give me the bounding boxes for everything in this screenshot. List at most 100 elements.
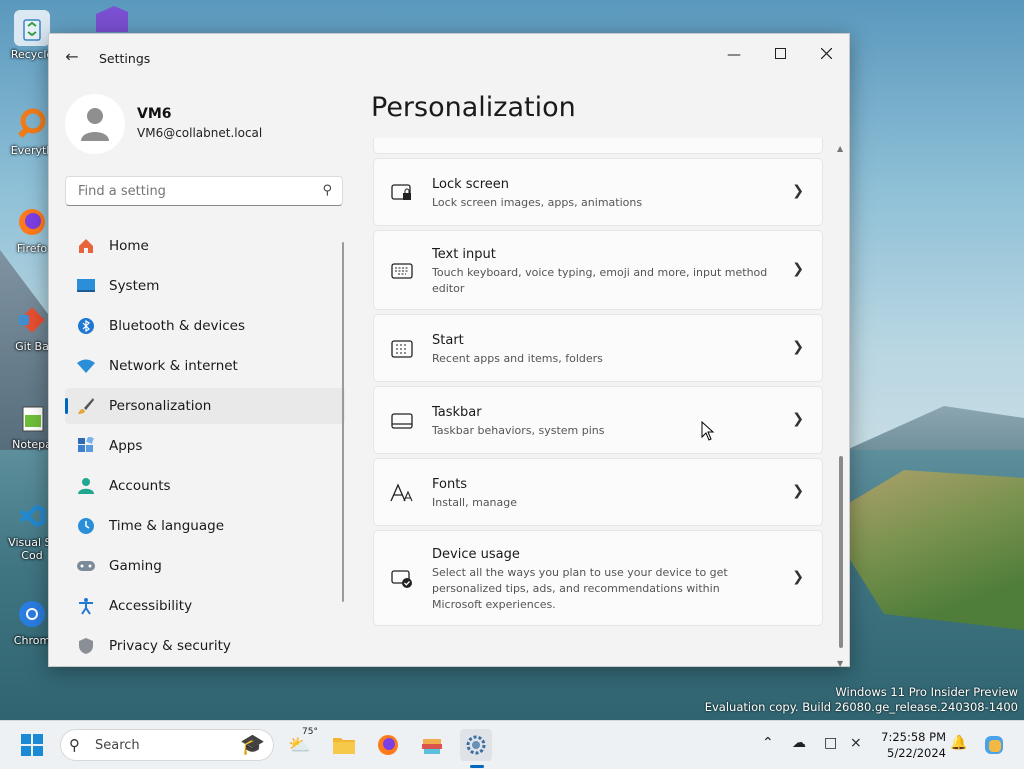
device-usage-icon [390, 567, 414, 591]
nav-item-accessibility[interactable]: Accessibility [65, 588, 345, 624]
taskbar-search[interactable]: ⚲ Search 🎓 [60, 729, 274, 761]
accounts-icon [75, 475, 97, 497]
cloud-icon[interactable]: ☁ [792, 735, 806, 751]
scroll-up-icon[interactable]: ▲ [837, 144, 843, 153]
mouse-cursor-icon [701, 421, 715, 441]
scroll-down-icon[interactable]: ▼ [837, 659, 843, 668]
recycle-bin-icon [14, 10, 50, 46]
vscode-icon [14, 498, 50, 534]
bluetooth-icon [75, 315, 97, 337]
nav-item-accounts[interactable]: Accounts [65, 468, 345, 504]
nav-item-apps[interactable]: Apps [65, 428, 345, 464]
firefox-icon [378, 735, 398, 755]
folder-icon [333, 738, 355, 754]
settings-nav: Home System Bluetooth & devices Network … [65, 228, 345, 668]
globe-clock-icon [75, 515, 97, 537]
chevron-right-icon: ❯ [792, 483, 804, 499]
firefox-icon [14, 204, 50, 240]
settings-content: Lock screen Lock screen images, apps, an… [373, 138, 825, 658]
weather-icon: ⛅ [288, 735, 311, 756]
user-email: VM6@collabnet.local [137, 126, 263, 140]
nav-item-gaming[interactable]: Gaming [65, 548, 345, 584]
scrollbar-thumb[interactable] [839, 456, 843, 648]
card-lock-screen[interactable]: Lock screen Lock screen images, apps, an… [373, 158, 823, 226]
file-explorer-button[interactable] [328, 729, 360, 761]
taskbar-icon [390, 409, 414, 433]
home-icon [75, 235, 97, 257]
graduation-cap-icon: 🎓 [240, 732, 265, 756]
apps-icon [75, 435, 97, 457]
nav-item-bluetooth[interactable]: Bluetooth & devices [65, 308, 345, 344]
chrome-icon [14, 596, 50, 632]
weather-widget[interactable]: ⛅ 75° [288, 727, 322, 761]
card-text-input[interactable]: Text input Touch keyboard, voice typing,… [373, 230, 823, 310]
fonts-icon [390, 481, 414, 505]
git-bash-icon [14, 302, 50, 338]
title-bar[interactable]: ← Settings — [49, 34, 849, 80]
start-button[interactable] [16, 729, 48, 761]
system-clock[interactable]: 7:25:58 PM 5/22/2024 [872, 729, 946, 761]
gear-icon [466, 735, 486, 755]
window-title: Settings [99, 51, 151, 66]
search-icon: ⚲ [322, 183, 332, 198]
maximize-button[interactable] [757, 40, 803, 70]
card-start[interactable]: Start Recent apps and items, folders ❯ [373, 314, 823, 382]
chevron-right-icon: ❯ [792, 411, 804, 427]
back-button[interactable]: ← [61, 46, 83, 68]
minimize-button[interactable]: — [711, 40, 757, 70]
search-icon: ⚲ [69, 736, 80, 754]
close-button[interactable] [803, 40, 849, 70]
nav-item-network[interactable]: Network & internet [65, 348, 345, 384]
chevron-right-icon: ❯ [792, 569, 804, 585]
user-name: VM6 [137, 106, 172, 122]
chevron-right-icon: ❯ [792, 183, 804, 199]
maximize-icon [774, 48, 786, 59]
notepad-icon [14, 400, 50, 436]
volume-muted-icon[interactable]: ⨯ [850, 735, 862, 751]
user-avatar-icon [81, 108, 109, 141]
wifi-icon [75, 355, 97, 377]
card-taskbar[interactable]: Taskbar Taskbar behaviors, system pins ❯ [373, 386, 823, 454]
app-taskbar-button[interactable] [416, 729, 448, 761]
nav-item-time-language[interactable]: Time & language [65, 508, 345, 544]
copilot-button[interactable] [978, 729, 1010, 761]
gamepad-icon [75, 555, 97, 577]
everything-search-icon [14, 106, 50, 142]
page-title: Personalization [371, 92, 576, 123]
books-icon [422, 739, 442, 754]
nav-item-system[interactable]: System [65, 268, 345, 304]
find-setting-search[interactable]: ⚲ [65, 176, 343, 206]
partial-card[interactable] [373, 138, 823, 154]
vs-desktop-icon[interactable] [92, 4, 132, 34]
minimize-icon: — [727, 47, 741, 63]
chevron-right-icon: ❯ [792, 261, 804, 277]
windows-watermark: Windows 11 Pro Insider Preview Evaluatio… [704, 685, 1018, 714]
system-icon [75, 275, 97, 297]
avatar [65, 94, 125, 154]
brush-icon [75, 395, 97, 417]
shield-icon [75, 635, 97, 657]
chevron-right-icon: ❯ [792, 339, 804, 355]
card-fonts[interactable]: Fonts Install, manage ❯ [373, 458, 823, 526]
keyboard-icon [390, 259, 414, 283]
settings-taskbar-button[interactable] [460, 729, 492, 761]
content-scrollbar[interactable]: ▲ ▼ [836, 142, 846, 668]
nav-item-personalization[interactable]: Personalization [65, 388, 345, 424]
nav-scrollbar[interactable] [342, 242, 344, 602]
windows-logo-icon [21, 734, 43, 756]
settings-window: ← Settings — VM6 VM6@collabnet.local ⚲ H… [48, 33, 850, 668]
nav-item-privacy-security[interactable]: Privacy & security [65, 628, 345, 664]
nav-item-home[interactable]: Home [65, 228, 345, 264]
search-input[interactable] [76, 183, 310, 200]
notification-bell-icon[interactable]: 🔔 [950, 735, 967, 751]
copilot-icon [985, 736, 1003, 754]
firefox-taskbar-button[interactable] [372, 729, 404, 761]
chevron-up-icon[interactable]: ⌃ [762, 735, 774, 751]
back-arrow-icon: ← [65, 47, 79, 66]
lock-screen-icon [390, 181, 414, 205]
user-profile[interactable]: VM6 VM6@collabnet.local [65, 94, 355, 158]
close-icon [820, 47, 832, 60]
active-indicator [65, 398, 68, 414]
card-device-usage[interactable]: Device usage Select all the ways you pla… [373, 530, 823, 626]
network-icon[interactable]: □ [824, 735, 837, 751]
